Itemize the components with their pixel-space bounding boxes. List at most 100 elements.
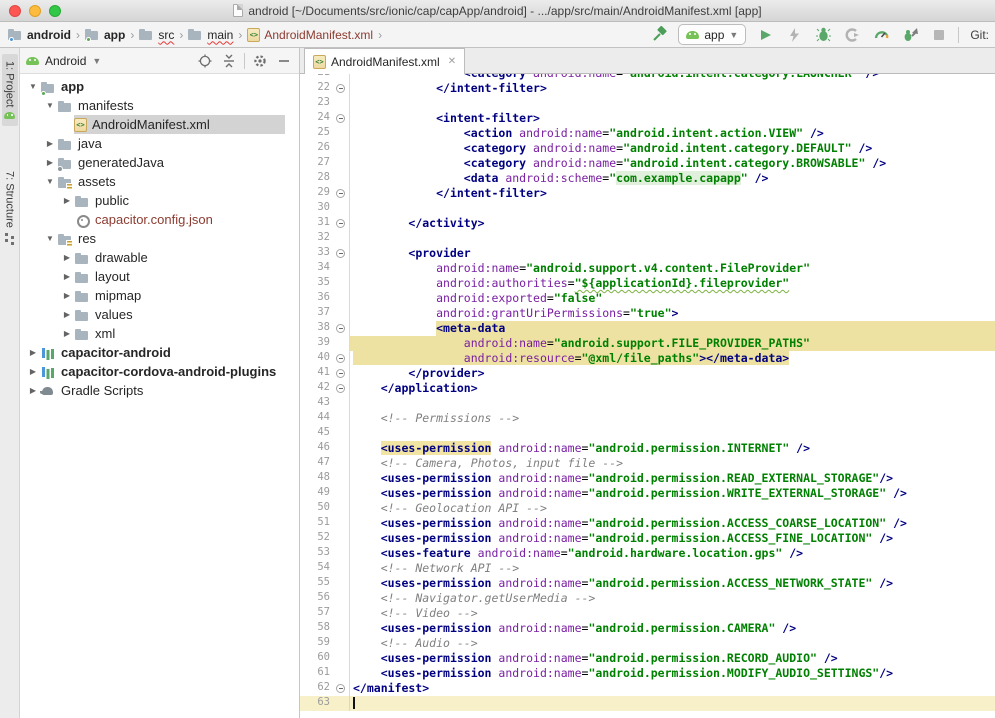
- tree-item-java[interactable]: ▶java: [20, 134, 299, 153]
- gear-icon[interactable]: [251, 52, 269, 70]
- zoom-window-button[interactable]: [49, 5, 61, 17]
- code-line-45[interactable]: 45: [300, 426, 995, 441]
- minimize-icon[interactable]: [275, 52, 293, 70]
- tree-expand-icon[interactable]: ▶: [26, 348, 40, 357]
- code-line-23[interactable]: 23: [300, 96, 995, 111]
- code-line-44[interactable]: 44 <!-- Permissions -->: [300, 411, 995, 426]
- code-line-57[interactable]: 57 <!-- Video -->: [300, 606, 995, 621]
- build-hammer-icon[interactable]: [649, 25, 669, 45]
- code-line-43[interactable]: 43: [300, 396, 995, 411]
- code-line-54[interactable]: 54 <!-- Network API -->: [300, 561, 995, 576]
- breadcrumb-item-src[interactable]: src: [139, 28, 174, 42]
- code-line-49[interactable]: 49 <uses-permission android:name="androi…: [300, 486, 995, 501]
- code-line-26[interactable]: 26 <category android:name="android.inten…: [300, 141, 995, 156]
- code-line-35[interactable]: 35 android:authorities="${applicationId}…: [300, 276, 995, 291]
- close-tab-icon[interactable]: ✕: [448, 56, 456, 67]
- tree-item-res[interactable]: ▼res: [20, 229, 299, 248]
- breadcrumb-item-android[interactable]: android: [8, 28, 71, 42]
- editor-tab-androidmanifest[interactable]: <> AndroidManifest.xml ✕: [304, 48, 465, 74]
- tree-expand-icon[interactable]: ▶: [26, 367, 40, 376]
- tree-item-capacitor-config-json[interactable]: capacitor.config.json: [20, 210, 299, 229]
- tree-expand-icon[interactable]: ▶: [60, 196, 74, 205]
- tree-expand-icon[interactable]: ▶: [60, 310, 74, 319]
- code-line-55[interactable]: 55 <uses-permission android:name="androi…: [300, 576, 995, 591]
- code-line-40[interactable]: 40 android:resource="@xml/file_paths"></…: [300, 351, 995, 366]
- code-line-27[interactable]: 27 <category android:name="android.inten…: [300, 156, 995, 171]
- tree-item-manifests[interactable]: ▼manifests: [20, 96, 299, 115]
- code-line-47[interactable]: 47 <!-- Camera, Photos, input file -->: [300, 456, 995, 471]
- run-config-selector[interactable]: app ▼: [678, 24, 746, 45]
- tree-expand-icon[interactable]: ▶: [43, 158, 57, 167]
- tree-item-gradle-scripts[interactable]: ▶Gradle Scripts: [20, 381, 299, 400]
- tree-item-capacitor-cordova-android-plugins[interactable]: ▶capacitor-cordova-android-plugins: [20, 362, 299, 381]
- code-line-32[interactable]: 32: [300, 231, 995, 246]
- code-line-25[interactable]: 25 <action android:name="android.intent.…: [300, 126, 995, 141]
- code-line-51[interactable]: 51 <uses-permission android:name="androi…: [300, 516, 995, 531]
- tree-expand-icon[interactable]: ▶: [26, 386, 40, 395]
- tree-item-layout[interactable]: ▶layout: [20, 267, 299, 286]
- stop-icon[interactable]: [929, 25, 949, 45]
- fold-marker-icon[interactable]: [336, 84, 345, 93]
- attach-debugger-icon[interactable]: [900, 25, 920, 45]
- code-line-21[interactable]: 21 <category android:name="android.inten…: [300, 74, 995, 81]
- fold-marker-icon[interactable]: [336, 324, 345, 333]
- tree-expand-icon[interactable]: ▼: [43, 101, 57, 110]
- tree-expand-icon[interactable]: ▶: [60, 329, 74, 338]
- tree-item-xml[interactable]: ▶xml: [20, 324, 299, 343]
- tree-item-drawable[interactable]: ▶drawable: [20, 248, 299, 267]
- code-line-29[interactable]: 29 </intent-filter>: [300, 186, 995, 201]
- apply-changes-icon[interactable]: [784, 25, 804, 45]
- tree-expand-icon[interactable]: ▶: [43, 139, 57, 148]
- tree-item-assets[interactable]: ▼assets: [20, 172, 299, 191]
- tree-expand-icon[interactable]: ▼: [43, 234, 57, 243]
- tree-item-values[interactable]: ▶values: [20, 305, 299, 324]
- tree-expand-icon[interactable]: ▶: [60, 253, 74, 262]
- code-line-59[interactable]: 59 <!-- Audio -->: [300, 636, 995, 651]
- collapse-all-icon[interactable]: [220, 52, 238, 70]
- code-line-52[interactable]: 52 <uses-permission android:name="androi…: [300, 531, 995, 546]
- code-line-33[interactable]: 33 <provider: [300, 246, 995, 261]
- tree-expand-icon[interactable]: ▶: [60, 272, 74, 281]
- code-line-63[interactable]: 63: [300, 696, 995, 711]
- breadcrumb-item-app[interactable]: app: [85, 28, 125, 42]
- fold-marker-icon[interactable]: [336, 114, 345, 123]
- tree-item-generatedjava[interactable]: ▶generatedJava: [20, 153, 299, 172]
- tree-item-androidmanifest-xml[interactable]: <>AndroidManifest.xml: [20, 115, 299, 134]
- code-editor[interactable]: 21 <category android:name="android.inten…: [300, 74, 995, 718]
- code-line-39[interactable]: 39 android:name="android.support.FILE_PR…: [300, 336, 995, 351]
- tool-window-button-project[interactable]: 1: Project: [2, 54, 18, 126]
- fold-marker-icon[interactable]: [336, 354, 345, 363]
- breadcrumb-item-main[interactable]: main: [188, 28, 233, 42]
- code-line-36[interactable]: 36 android:exported="false": [300, 291, 995, 306]
- code-line-22[interactable]: 22 </intent-filter>: [300, 81, 995, 96]
- fold-marker-icon[interactable]: [336, 219, 345, 228]
- tree-expand-icon[interactable]: ▶: [60, 291, 74, 300]
- code-line-30[interactable]: 30: [300, 201, 995, 216]
- code-line-31[interactable]: 31 </activity>: [300, 216, 995, 231]
- code-line-41[interactable]: 41 </provider>: [300, 366, 995, 381]
- fold-marker-icon[interactable]: [336, 384, 345, 393]
- code-line-62[interactable]: 62</manifest>: [300, 681, 995, 696]
- code-line-56[interactable]: 56 <!-- Navigator.getUserMedia -->: [300, 591, 995, 606]
- code-line-46[interactable]: 46 <uses-permission android:name="androi…: [300, 441, 995, 456]
- debug-icon[interactable]: [813, 25, 833, 45]
- code-line-24[interactable]: 24 <intent-filter>: [300, 111, 995, 126]
- project-view-selector[interactable]: Android: [45, 54, 86, 68]
- coverage-icon[interactable]: [842, 25, 862, 45]
- fold-marker-icon[interactable]: [336, 684, 345, 693]
- profiler-icon[interactable]: [871, 25, 891, 45]
- chevron-down-icon[interactable]: ▼: [92, 56, 101, 66]
- code-line-42[interactable]: 42 </application>: [300, 381, 995, 396]
- code-line-48[interactable]: 48 <uses-permission android:name="androi…: [300, 471, 995, 486]
- tree-expand-icon[interactable]: ▼: [43, 177, 57, 186]
- git-label[interactable]: Git:: [968, 28, 989, 42]
- fold-marker-icon[interactable]: [336, 369, 345, 378]
- tree-item-app[interactable]: ▼app: [20, 77, 299, 96]
- breadcrumb-item-androidmanifest-xml[interactable]: <>AndroidManifest.xml: [247, 28, 373, 42]
- run-icon[interactable]: [755, 25, 775, 45]
- code-line-53[interactable]: 53 <uses-feature android:name="android.h…: [300, 546, 995, 561]
- fold-marker-icon[interactable]: [336, 189, 345, 198]
- tool-window-button-structure[interactable]: 7: Structure: [2, 164, 18, 249]
- code-line-38[interactable]: 38 <meta-data: [300, 321, 995, 336]
- minimize-window-button[interactable]: [29, 5, 41, 17]
